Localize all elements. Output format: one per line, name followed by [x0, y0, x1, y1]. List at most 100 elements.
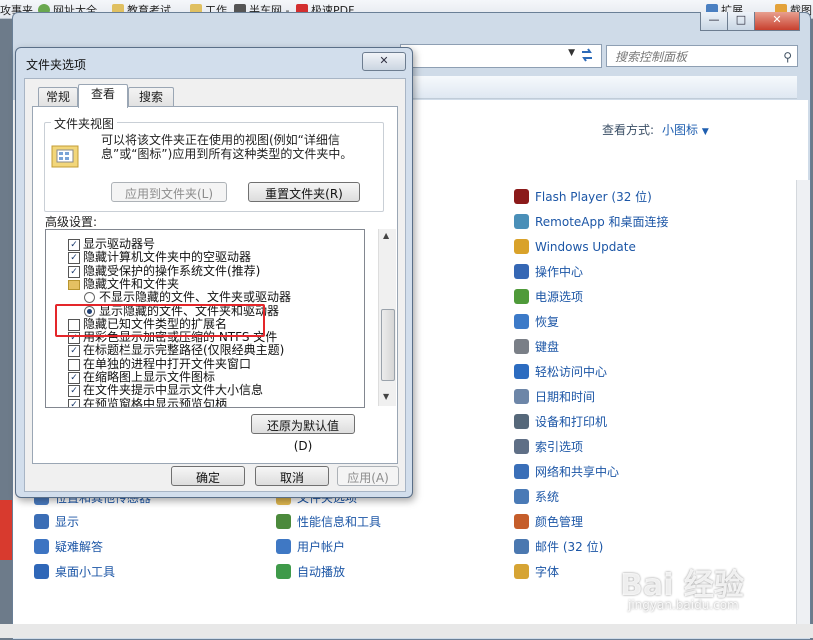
checkbox-checked[interactable]: ✓	[68, 239, 80, 251]
advanced-settings-label: 高级设置:	[45, 215, 98, 229]
cp-item[interactable]: 颜色管理	[514, 513, 583, 531]
cp-item-label: 邮件 (32 位)	[535, 540, 604, 554]
remoteapp-icon	[514, 214, 529, 229]
cp-item[interactable]: 显示	[34, 513, 79, 531]
gadget-icon	[34, 564, 49, 579]
cp-item[interactable]: 设备和打印机	[514, 413, 607, 431]
settings-row-label: 在标题栏显示完整路径(仅限经典主题)	[83, 343, 285, 358]
action-center-icon	[514, 264, 529, 279]
chevron-down-icon[interactable]: ▼	[568, 48, 575, 58]
autoplay-icon	[276, 564, 291, 579]
cp-item[interactable]: 邮件 (32 位)	[514, 538, 603, 556]
cp-item-label: 显示	[55, 515, 80, 529]
dialog-title: 文件夹选项	[26, 58, 87, 72]
cp-item-label: Flash Player (32 位)	[535, 190, 652, 204]
cp-item-label: 索引选项	[535, 440, 584, 454]
checkbox-checked[interactable]: ✓	[68, 252, 80, 265]
display-icon	[34, 514, 49, 529]
cp-item[interactable]: RemoteApp 和桌面连接	[514, 213, 669, 231]
cp-item[interactable]: 索引选项	[514, 438, 583, 456]
cp-item-label: 日期和时间	[535, 390, 596, 404]
cp-item[interactable]: 日期和时间	[514, 388, 595, 406]
cancel-button[interactable]: 取消	[255, 466, 329, 486]
reset-folders-button[interactable]: 重置文件夹(R)	[248, 182, 360, 202]
folder-view-icon	[51, 145, 79, 168]
cp-item-label: 颜色管理	[535, 515, 584, 529]
cp-item[interactable]: 自动播放	[276, 563, 345, 581]
checkbox-checked[interactable]: ✓	[68, 265, 80, 278]
cp-item[interactable]: 网络和共享中心	[514, 463, 619, 481]
user-accounts-icon	[276, 539, 291, 554]
restore-defaults-button[interactable]: 还原为默认值(D)	[251, 414, 355, 453]
close-button[interactable]: ✕	[754, 12, 800, 31]
cp-item-label: 系统	[535, 490, 560, 504]
troubleshoot-icon	[34, 539, 49, 554]
cp-item[interactable]: 恢复	[514, 313, 559, 331]
apply-to-folders-button[interactable]: 应用到文件夹(L)	[111, 182, 227, 202]
content-scrollbar[interactable]	[796, 180, 810, 638]
settings-row-label: 在预览窗格中显示预览句柄	[83, 396, 228, 408]
windows-update-icon	[514, 239, 529, 254]
cp-item[interactable]: 操作中心	[514, 263, 583, 281]
tab-general[interactable]: 常规	[38, 87, 78, 107]
network-icon	[514, 464, 529, 479]
cp-item[interactable]: 字体	[514, 563, 559, 581]
cp-item-label: 操作中心	[535, 265, 584, 279]
refresh-icon	[582, 48, 592, 62]
view-tab-panel: 文件夹视图 可以将该文件夹正在使用的视图(例如“详细信息”或“图标”)应用到所有…	[32, 106, 398, 464]
minimize-button[interactable]: —	[700, 12, 728, 31]
checkbox-checked[interactable]: ✓	[68, 345, 80, 358]
ok-button[interactable]: 确定	[171, 466, 245, 486]
cp-item[interactable]: Flash Player (32 位)	[514, 188, 652, 206]
tab-search[interactable]: 搜索	[128, 87, 174, 107]
settings-row-label: 不显示隐藏的文件、文件夹或驱动器	[99, 290, 292, 305]
folder-views-group: 文件夹视图 可以将该文件夹正在使用的视图(例如“详细信息”或“图标”)应用到所有…	[44, 115, 384, 212]
scroll-down-icon[interactable]: ▼	[383, 392, 389, 401]
cp-item-label: 桌面小工具	[55, 565, 116, 579]
cp-item[interactable]: 轻松访问中心	[514, 363, 607, 381]
cp-item[interactable]: 疑难解答	[34, 538, 103, 556]
scrollbar-thumb[interactable]	[381, 309, 395, 381]
folder-options-dialog: 文件夹选项 ✕ 常规 查看 搜索 文件夹视图 可以将该文件夹正在使用的视图(例如…	[15, 47, 413, 498]
cp-item[interactable]: 电源选项	[514, 288, 583, 306]
checkbox-checked[interactable]: ✓	[68, 385, 80, 398]
cp-item[interactable]: 性能信息和工具	[276, 513, 381, 531]
checkbox-checked[interactable]: ✓	[68, 372, 80, 384]
background-window-edge	[0, 500, 12, 560]
maximize-button[interactable]: □	[727, 12, 755, 31]
group-description: 可以将该文件夹正在使用的视图(例如“详细信息”或“图标”)应用到所有这种类型的文…	[101, 133, 353, 161]
printer-icon	[514, 414, 529, 429]
annotation-highlight-box	[55, 304, 265, 337]
cp-item[interactable]: 键盘	[514, 338, 559, 356]
cp-item[interactable]: Windows Update	[514, 238, 636, 256]
chevron-down-icon: ▼	[701, 127, 709, 137]
search-icon: ⚲	[783, 50, 792, 64]
apply-button[interactable]: 应用(A)	[337, 466, 399, 486]
cp-item-label: Windows Update	[535, 240, 636, 254]
checkbox-checked[interactable]: ✓	[68, 398, 80, 407]
view-by-dropdown[interactable]: 小图标 ▼	[662, 123, 709, 137]
checkbox-unchecked[interactable]	[68, 358, 80, 371]
cp-item-label: 恢复	[535, 315, 560, 329]
mail-icon	[514, 539, 529, 554]
datetime-icon	[514, 389, 529, 404]
refresh-button[interactable]	[576, 44, 598, 66]
dialog-close-button[interactable]: ✕	[362, 52, 406, 71]
scroll-up-icon[interactable]: ▲	[383, 231, 389, 240]
radio-unselected[interactable]	[84, 292, 95, 304]
settings-scrollbar[interactable]: ▲ ▼	[378, 229, 396, 406]
cp-item[interactable]: 桌面小工具	[34, 563, 115, 581]
settings-row-label: 隐藏受保护的操作系统文件(推荐)	[83, 263, 261, 278]
settings-row-label: 隐藏文件和文件夹	[83, 276, 180, 291]
cp-item-label: 网络和共享中心	[535, 465, 620, 479]
tab-view[interactable]: 查看	[78, 84, 128, 108]
cp-item-label: 设备和打印机	[535, 415, 608, 429]
cp-item[interactable]: 用户帐户	[276, 538, 345, 556]
settings-row-label: 在文件夹提示中显示文件大小信息	[83, 383, 264, 398]
keyboard-icon	[514, 339, 529, 354]
search-input[interactable]: 搜索控制面板 ⚲	[606, 45, 798, 67]
performance-icon	[276, 514, 291, 529]
cp-item[interactable]: 系统	[514, 488, 559, 506]
address-bar[interactable]: ▼	[400, 44, 602, 68]
cp-item-label: 自动播放	[297, 565, 346, 579]
